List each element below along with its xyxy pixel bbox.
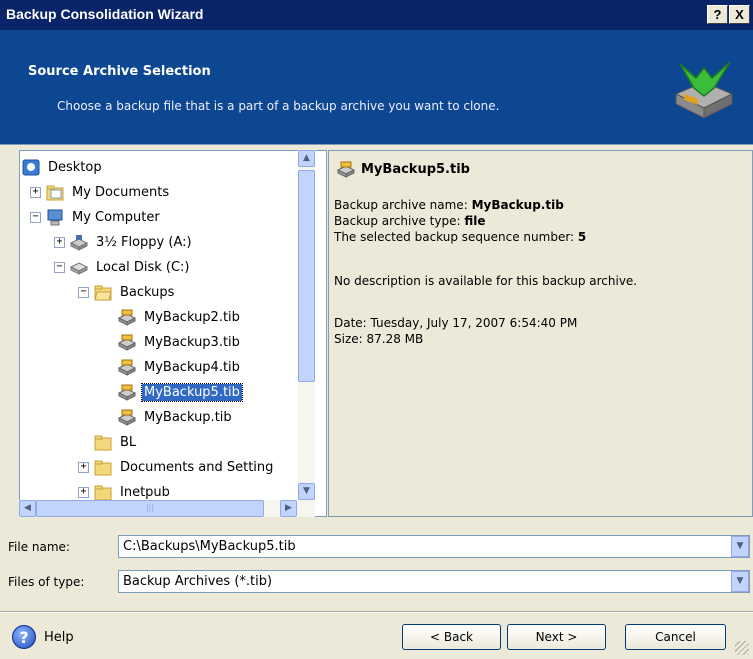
expand-icon[interactable]: + bbox=[30, 186, 41, 198]
tree-item-my-documents[interactable]: + My Documents bbox=[30, 180, 171, 204]
backup-file-icon bbox=[118, 384, 136, 401]
expand-icon[interactable]: + bbox=[54, 236, 65, 248]
tree-label: MyBackup3.tib bbox=[144, 334, 240, 350]
archive-name-value: MyBackup.tib bbox=[471, 198, 564, 212]
open-folder-icon bbox=[94, 285, 112, 300]
tree-item-mybackup[interactable]: MyBackup.tib bbox=[118, 405, 234, 429]
files-of-type-label: Files of type: bbox=[8, 575, 85, 589]
tree-label: Inetpub bbox=[120, 484, 170, 500]
folder-icon bbox=[94, 460, 112, 475]
window-title: Backup Consolidation Wizard bbox=[6, 6, 204, 22]
folder-icon bbox=[94, 485, 112, 500]
backup-file-icon bbox=[337, 161, 355, 178]
scroll-thumb[interactable] bbox=[298, 170, 315, 382]
tree-item-my-computer[interactable]: − My Computer bbox=[30, 205, 162, 229]
file-name-value: C:\Backups\MyBackup5.tib bbox=[123, 539, 296, 554]
hard-disk-icon bbox=[70, 261, 88, 275]
wizard-header: Source Archive Selection Choose a backup… bbox=[0, 30, 753, 145]
title-bar: Backup Consolidation Wizard ? X bbox=[0, 0, 753, 30]
file-name-combo[interactable]: C:\Backups\MyBackup5.tib ▼ bbox=[118, 535, 750, 558]
scroll-right-icon[interactable]: ▶ bbox=[280, 500, 297, 517]
tree-label-selected: MyBackup5.tib bbox=[141, 382, 243, 402]
files-of-type-combo[interactable]: Backup Archives (*.tib) ▼ bbox=[118, 570, 750, 593]
tree-item-mybackup2[interactable]: MyBackup2.tib bbox=[118, 305, 242, 329]
collapse-icon[interactable]: − bbox=[54, 261, 65, 273]
tree-label: 3½ Floppy (A:) bbox=[96, 234, 192, 250]
tree-item-mybackup3[interactable]: MyBackup3.tib bbox=[118, 330, 242, 354]
archive-name-label: Backup archive name: bbox=[334, 198, 472, 212]
tree-item-mybackup5[interactable]: MyBackup5.tib bbox=[118, 380, 243, 404]
tree-label: Documents and Setting bbox=[120, 459, 274, 475]
folder-icon bbox=[46, 185, 64, 200]
backup-file-icon bbox=[118, 309, 136, 326]
tree-item-desktop[interactable]: Desktop bbox=[22, 155, 104, 179]
help-title-button[interactable]: ? bbox=[707, 5, 728, 24]
tree-label: MyBackup2.tib bbox=[144, 309, 240, 325]
tree-item-bl[interactable]: BL bbox=[94, 430, 138, 454]
collapse-icon[interactable]: − bbox=[30, 211, 41, 223]
archive-name-line: Backup archive name: MyBackup.tib bbox=[334, 198, 564, 212]
scroll-thumb[interactable]: ||| bbox=[36, 500, 264, 517]
page-title: Source Archive Selection bbox=[28, 64, 211, 79]
info-file-name: MyBackup5.tib bbox=[361, 162, 470, 177]
back-button[interactable]: < Back bbox=[402, 624, 501, 650]
help-link[interactable]: Help bbox=[44, 630, 74, 645]
tree-item-local-disk[interactable]: − Local Disk (C:) bbox=[54, 255, 191, 279]
tree-item-floppy[interactable]: + 3½ Floppy (A:) bbox=[54, 230, 194, 254]
tree-item-documents-and-settings[interactable]: + Documents and Setting bbox=[78, 455, 275, 479]
tree-item-backups[interactable]: − Backups bbox=[78, 280, 176, 304]
scroll-down-icon[interactable]: ▼ bbox=[298, 483, 315, 500]
cancel-button[interactable]: Cancel bbox=[625, 624, 726, 650]
info-file-title: MyBackup5.tib bbox=[337, 161, 470, 178]
computer-icon bbox=[47, 209, 63, 225]
archive-description: No description is available for this bac… bbox=[334, 274, 638, 288]
wizard-logo-icon bbox=[674, 61, 734, 119]
tree-label: Local Disk (C:) bbox=[96, 259, 190, 275]
scroll-left-icon[interactable]: ◀ bbox=[19, 500, 36, 517]
footer-divider bbox=[0, 611, 753, 613]
expand-icon[interactable]: + bbox=[78, 461, 89, 473]
sequence-number-line: The selected backup sequence number: 5 bbox=[334, 230, 586, 244]
folder-tree[interactable]: Desktop + My Documents − My Computer + 3… bbox=[19, 150, 327, 517]
file-name-label: File name: bbox=[8, 540, 70, 554]
archive-info-panel: MyBackup5.tib Backup archive name: MyBac… bbox=[328, 150, 753, 517]
floppy-drive-icon bbox=[70, 234, 88, 251]
chevron-down-icon[interactable]: ▼ bbox=[731, 536, 749, 557]
archive-type-label: Backup archive type: bbox=[334, 214, 465, 228]
collapse-icon[interactable]: − bbox=[78, 286, 89, 298]
files-of-type-value: Backup Archives (*.tib) bbox=[123, 574, 273, 589]
tree-label: Desktop bbox=[48, 159, 102, 175]
tree-label: MyBackup4.tib bbox=[144, 359, 240, 375]
tree-label: My Documents bbox=[72, 184, 170, 200]
backup-file-icon bbox=[118, 334, 136, 351]
archive-type-line: Backup archive type: file bbox=[334, 214, 485, 228]
archive-type-value: file bbox=[464, 214, 486, 228]
backup-file-icon bbox=[118, 359, 136, 376]
sequence-number-label: The selected backup sequence number: bbox=[334, 230, 578, 244]
sequence-number-value: 5 bbox=[577, 230, 587, 244]
backup-file-icon bbox=[118, 409, 136, 426]
page-subtitle: Choose a backup file that is a part of a… bbox=[57, 99, 500, 113]
archive-size: Size: 87.28 MB bbox=[334, 332, 424, 346]
resize-grip-icon[interactable] bbox=[735, 641, 749, 655]
wizard-window: Backup Consolidation Wizard ? X Source A… bbox=[0, 0, 753, 659]
tree-vertical-scrollbar[interactable]: ▲ ▼ bbox=[298, 150, 315, 500]
chevron-down-icon[interactable]: ▼ bbox=[731, 571, 749, 592]
desktop-icon bbox=[22, 159, 40, 175]
tree-horizontal-scrollbar[interactable]: ◀ ||| ▶ bbox=[19, 500, 315, 517]
close-button[interactable]: X bbox=[729, 5, 750, 24]
tree-label: BL bbox=[120, 434, 137, 450]
folder-icon bbox=[94, 435, 112, 450]
archive-date: Date: Tuesday, July 17, 2007 6:54:40 PM bbox=[334, 316, 578, 330]
expand-icon[interactable]: + bbox=[78, 486, 89, 498]
tree-item-mybackup4[interactable]: MyBackup4.tib bbox=[118, 355, 242, 379]
help-icon[interactable]: ? bbox=[12, 625, 36, 649]
scroll-up-icon[interactable]: ▲ bbox=[298, 150, 315, 167]
next-button[interactable]: Next > bbox=[507, 624, 606, 650]
tree-label: Backups bbox=[120, 284, 175, 300]
tree-label: MyBackup.tib bbox=[144, 409, 232, 425]
tree-label: My Computer bbox=[72, 209, 160, 225]
